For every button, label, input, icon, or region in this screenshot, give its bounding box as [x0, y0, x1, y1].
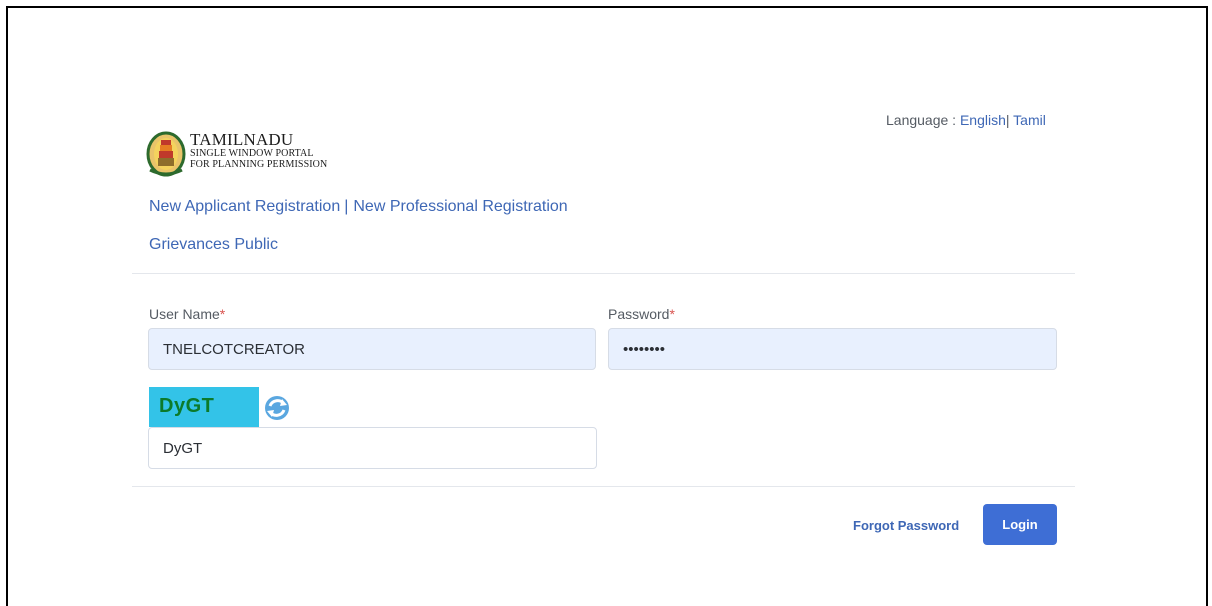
divider-top [132, 273, 1075, 274]
grievances-public-link[interactable]: Grievances Public [149, 236, 278, 253]
captcha-input[interactable] [148, 427, 597, 469]
new-professional-registration-link[interactable]: New Professional Registration [353, 198, 567, 215]
language-tamil-link[interactable]: Tamil [1010, 112, 1046, 128]
grievances-links: Grievances Public [149, 236, 278, 254]
logo-text: TAMILNADU SINGLE WINDOW PORTAL FOR PLANN… [190, 130, 328, 170]
captcha-image: DyGT [149, 387, 259, 427]
username-label: User Name* [149, 306, 225, 322]
link-separator: | [344, 198, 349, 215]
login-button[interactable]: Login [983, 504, 1057, 545]
registration-links: New Applicant Registration | New Professio… [149, 198, 568, 216]
portal-logo: TAMILNADU SINGLE WINDOW PORTAL FOR PLANN… [146, 130, 386, 180]
forgot-password-link[interactable]: Forgot Password [853, 518, 959, 533]
new-applicant-registration-link[interactable]: New Applicant Registration [149, 198, 340, 215]
password-label-text: Password [608, 306, 670, 322]
password-input[interactable] [608, 328, 1057, 370]
logo-subtitle-2: FOR PLANNING PERMISSION [190, 159, 328, 170]
required-mark: * [219, 306, 226, 322]
language-english-link[interactable]: English [960, 112, 1006, 128]
language-switcher: Language : English| Tamil [886, 112, 1046, 128]
username-input[interactable] [148, 328, 596, 370]
logo-title: TAMILNADU [190, 130, 294, 149]
language-label: Language : [886, 112, 960, 128]
username-label-text: User Name [149, 306, 220, 322]
captcha-text: DyGT [159, 395, 215, 417]
logo-subtitle-1: SINGLE WINDOW PORTAL [190, 148, 314, 159]
tamilnadu-emblem-icon [146, 131, 186, 177]
required-mark: * [669, 306, 675, 322]
divider-bottom [132, 486, 1075, 487]
password-label: Password* [608, 306, 675, 322]
refresh-captcha-icon[interactable] [262, 394, 292, 422]
